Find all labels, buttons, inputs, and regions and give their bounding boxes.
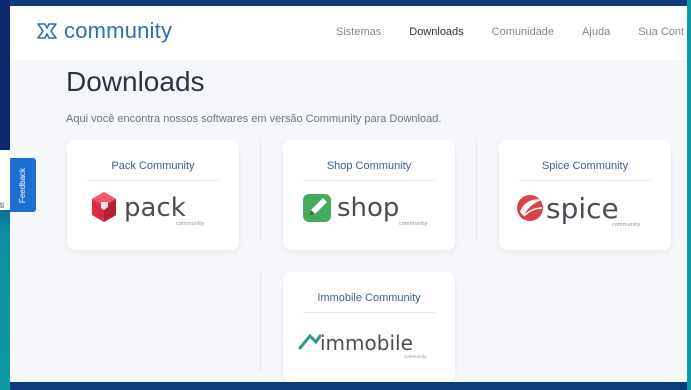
column-divider [476,142,477,240]
nav-item-ajuda[interactable]: Ajuda [582,26,610,38]
community-logo[interactable]: community [36,18,172,44]
card-divider [519,180,651,181]
nav-item-sua-conta[interactable]: Sua Cont [638,26,684,38]
shop-logo-sub: community [399,221,427,227]
pack-box-icon [92,192,116,222]
card-divider [87,180,219,181]
brand-name: community [64,18,173,43]
column-divider [260,142,261,240]
page-title: Downloads [66,66,205,97]
community-logo-icon [37,23,57,39]
product-title: Pack Community [111,160,195,172]
spice-logo-word: spice [546,192,619,225]
site-header: community Sistemas Downloads Comunidade … [10,6,687,60]
side-text-snippet: ti [0,201,4,210]
product-card-shop[interactable]: Shop Community shop community [283,140,455,250]
immobile-roof-icon [298,333,322,350]
feedback-label: Feedback [18,167,28,203]
immobile-logo-word: immobile [320,331,413,355]
immobile-logo-sub: community [404,354,427,359]
spice-logo-sub: community [612,222,640,228]
column-divider [260,274,261,372]
background-band-bottom [10,382,691,390]
card-divider [303,180,435,181]
product-card-pack[interactable]: Pack Community pack community [67,140,239,250]
product-card-spice[interactable]: Spice Community spice community [499,140,671,250]
pack-logo-word: pack [124,193,186,223]
nav-item-downloads[interactable]: Downloads [409,26,463,38]
pack-logo: pack community [67,188,239,232]
spice-leaf-icon [517,195,543,221]
shop-logo-word: shop [337,193,399,223]
downloads-page: community Sistemas Downloads Comunidade … [10,6,687,382]
product-title: Shop Community [326,160,412,172]
shop-pencil-icon [303,194,331,222]
background-strip-right [687,0,691,390]
feedback-button[interactable]: Feedback [10,158,36,212]
nav-item-comunidade[interactable]: Comunidade [492,26,554,38]
shop-logo: shop community [283,188,455,232]
page-subtitle: Aqui você encontra nossos softwares em v… [66,113,442,125]
pack-logo-sub: community [176,221,204,227]
immobile-logo: immobile community [283,320,455,364]
nav-item-sistemas[interactable]: Sistemas [336,26,381,38]
main-nav: Sistemas Downloads Comunidade Ajuda Sua … [336,26,687,38]
product-title: Immobile Community [317,292,421,304]
product-title: Spice Community [541,160,629,172]
card-divider [303,312,435,313]
product-card-immobile[interactable]: Immobile Community immobile community [283,272,455,382]
spice-logo: spice community [499,188,671,232]
